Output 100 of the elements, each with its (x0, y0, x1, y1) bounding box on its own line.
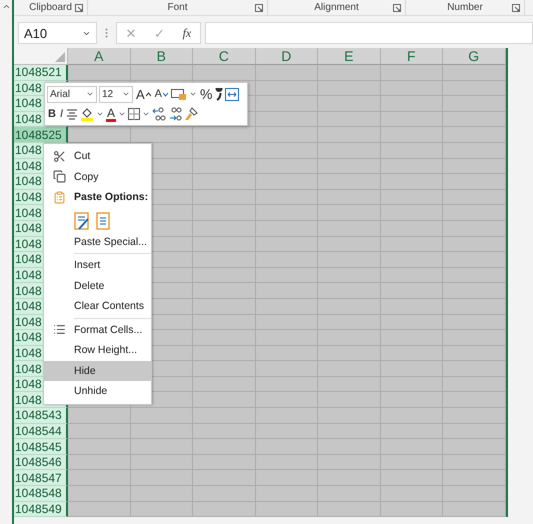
cell[interactable] (193, 236, 256, 252)
cell[interactable] (318, 65, 380, 81)
shrink-font-button[interactable]: A (154, 85, 170, 103)
cell[interactable] (256, 220, 318, 237)
cell[interactable] (318, 80, 380, 96)
cell[interactable] (443, 314, 506, 330)
font-size-dropdown[interactable]: 12 (99, 86, 133, 102)
cell[interactable] (443, 424, 506, 440)
row-header[interactable]: 1048 (15, 158, 42, 173)
cell[interactable] (193, 158, 256, 174)
cell[interactable] (130, 127, 193, 143)
cell[interactable] (68, 486, 130, 502)
fill-color-icon[interactable] (80, 107, 94, 121)
dialog-launcher-icon[interactable] (393, 4, 401, 12)
merge-center-icon[interactable] (225, 88, 240, 100)
cell[interactable] (318, 96, 380, 112)
percent-style-button[interactable]: % (199, 85, 214, 103)
cell[interactable] (443, 220, 506, 237)
row-header[interactable]: 1048545 (15, 440, 62, 454)
comma-style-icon[interactable] (215, 88, 224, 100)
dialog-launcher-icon[interactable] (75, 4, 83, 12)
cell[interactable] (380, 142, 443, 159)
cell[interactable] (380, 486, 443, 502)
cell[interactable] (380, 408, 443, 424)
cell[interactable] (256, 486, 318, 502)
cell[interactable] (318, 127, 380, 143)
row-header[interactable]: 1048549 (15, 502, 62, 516)
cell[interactable] (443, 408, 506, 424)
cell[interactable] (443, 502, 506, 518)
cell[interactable] (256, 112, 318, 128)
cell[interactable] (318, 502, 380, 518)
cell[interactable] (318, 158, 380, 174)
menu-item[interactable]: Hide (44, 360, 151, 381)
cell[interactable] (256, 408, 318, 424)
cell[interactable] (318, 142, 380, 159)
cell[interactable] (443, 454, 506, 470)
cell[interactable] (380, 283, 443, 299)
cell[interactable] (443, 346, 506, 362)
cell[interactable] (130, 486, 193, 502)
cell[interactable] (256, 454, 318, 470)
row-header[interactable]: 1048 (15, 190, 42, 204)
bold-button[interactable]: B (47, 105, 57, 123)
borders-icon[interactable] (128, 108, 140, 120)
cell[interactable] (380, 252, 443, 268)
cell[interactable] (256, 502, 318, 518)
column-header[interactable]: G (443, 48, 506, 65)
cell[interactable] (443, 158, 506, 174)
cell[interactable] (256, 252, 318, 268)
cell[interactable] (318, 205, 380, 221)
row-header[interactable]: 1048546 (15, 455, 62, 470)
cell[interactable] (380, 346, 443, 362)
cell[interactable] (193, 454, 256, 470)
cell[interactable] (68, 65, 130, 81)
cell[interactable] (318, 190, 380, 206)
cell[interactable] (193, 439, 256, 455)
grow-font-button[interactable]: A (135, 85, 152, 103)
cell[interactable] (318, 298, 380, 314)
cell[interactable] (130, 424, 193, 440)
cell[interactable] (380, 190, 443, 206)
cell[interactable] (443, 112, 506, 128)
cell[interactable] (443, 361, 506, 377)
font-name-dropdown[interactable]: Arial (47, 86, 97, 102)
cell[interactable] (193, 424, 256, 440)
cell[interactable] (380, 236, 443, 252)
cell[interactable] (380, 392, 443, 408)
cell[interactable] (256, 174, 318, 190)
cell[interactable] (68, 127, 130, 143)
row-header[interactable]: 1048 (15, 299, 42, 314)
cell[interactable] (318, 424, 380, 440)
cell[interactable] (318, 252, 380, 268)
cell[interactable] (443, 236, 506, 252)
cell[interactable] (68, 408, 130, 424)
cell[interactable] (443, 486, 506, 502)
cell[interactable] (443, 190, 506, 206)
row-header[interactable]: 1048 (15, 392, 42, 407)
column-header[interactable]: A (68, 48, 130, 65)
cell[interactable] (318, 283, 380, 299)
cell[interactable] (318, 174, 380, 190)
cell[interactable] (193, 283, 256, 299)
row-header[interactable]: 1048525 (15, 128, 62, 142)
cell[interactable] (193, 65, 256, 81)
cell[interactable] (380, 439, 443, 455)
cell[interactable] (193, 205, 256, 221)
cell[interactable] (68, 424, 130, 440)
row-header[interactable]: 1048 (15, 96, 42, 110)
cell[interactable] (193, 470, 256, 486)
row-header[interactable]: 1048548 (15, 486, 62, 500)
cell[interactable] (318, 268, 380, 284)
cell[interactable] (256, 346, 318, 362)
cell[interactable] (256, 392, 318, 408)
align-center-icon[interactable] (66, 108, 78, 120)
row-header[interactable]: 1048 (15, 206, 42, 220)
cell[interactable] (68, 502, 130, 518)
cell[interactable] (443, 470, 506, 486)
row-header[interactable]: 1048543 (15, 408, 62, 422)
cell[interactable] (256, 80, 318, 96)
menu-item[interactable]: Format Cells... (44, 320, 151, 340)
cell[interactable] (193, 330, 256, 346)
cell[interactable] (256, 65, 318, 81)
cell[interactable] (443, 174, 506, 190)
